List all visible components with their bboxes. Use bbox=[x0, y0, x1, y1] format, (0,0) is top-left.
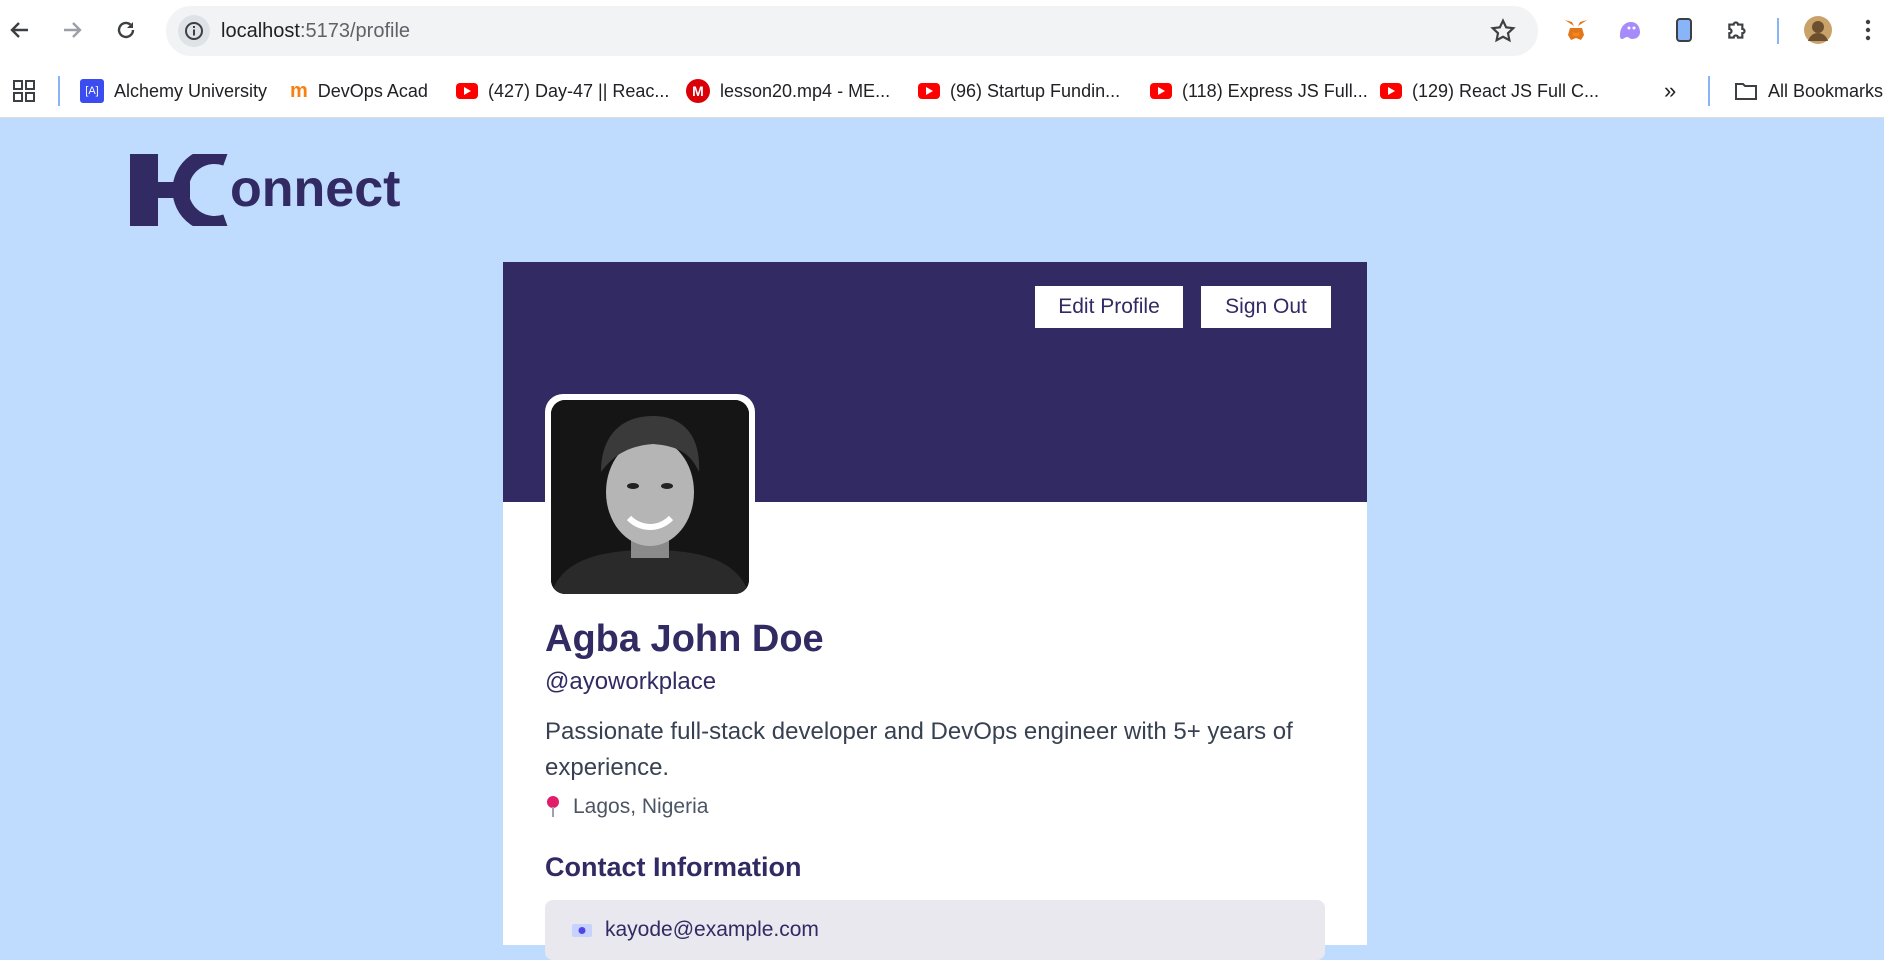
url-host: localhost bbox=[221, 20, 300, 42]
profile-card: Edit Profile Sign Out Agba John Doe @ayo… bbox=[503, 262, 1367, 960]
bookmark-youtube-129[interactable]: (129) React JS Full C... bbox=[1380, 77, 1599, 105]
mega-icon: M bbox=[686, 79, 710, 103]
contact-section-title: Contact Information bbox=[545, 852, 802, 882]
youtube-icon bbox=[1380, 83, 1402, 99]
bookmark-label: (118) Express JS Full... bbox=[1182, 80, 1368, 101]
avatar bbox=[551, 400, 749, 594]
bookmarks-divider bbox=[1708, 76, 1710, 106]
toolbar-divider bbox=[1777, 18, 1779, 44]
email-text[interactable]: kayode@example.com bbox=[605, 918, 819, 942]
browser-chrome: localhost:5173/profile [A] Alchemy Unive… bbox=[0, 0, 1884, 118]
email-icon bbox=[572, 924, 592, 937]
profile-bio: Passionate full-stack developer and DevO… bbox=[545, 718, 1293, 781]
bookmark-alchemy[interactable]: [A] Alchemy University bbox=[80, 77, 267, 105]
bookmark-label: lesson20.mp4 - ME... bbox=[720, 80, 891, 101]
youtube-icon bbox=[456, 83, 478, 99]
phone-extension-icon[interactable] bbox=[1668, 14, 1700, 46]
address-bar[interactable]: localhost:5173/profile bbox=[166, 6, 1538, 56]
bookmark-youtube-118[interactable]: (118) Express JS Full... bbox=[1150, 77, 1368, 105]
forward-icon[interactable] bbox=[56, 14, 88, 46]
ghost-extension-icon[interactable] bbox=[1614, 14, 1646, 46]
all-bookmarks-label: All Bookmarks bbox=[1768, 80, 1884, 101]
location-pin-icon bbox=[547, 796, 559, 817]
youtube-icon bbox=[1150, 83, 1172, 99]
contact-email-row: kayode@example.com bbox=[545, 900, 1325, 960]
svg-text:onnect: onnect bbox=[230, 160, 400, 218]
bookmark-label: (129) React JS Full C... bbox=[1412, 80, 1600, 101]
profile-handle: @ayoworkplace bbox=[545, 668, 717, 695]
site-info-icon[interactable] bbox=[178, 15, 210, 47]
profile-name: Agba John Doe bbox=[545, 618, 824, 660]
bookmark-label: Alchemy University bbox=[114, 80, 268, 101]
avatar-frame bbox=[545, 394, 755, 600]
bookmark-label: DevOps Acad bbox=[317, 80, 428, 101]
more-bookmarks-button[interactable]: » bbox=[1664, 77, 1676, 105]
youtube-icon bbox=[918, 83, 940, 99]
bookmark-devops[interactable]: m DevOps Acad bbox=[290, 77, 428, 105]
menu-kebab-icon[interactable] bbox=[1856, 14, 1880, 46]
bookmark-star-icon[interactable] bbox=[1490, 18, 1516, 49]
bookmark-youtube-96[interactable]: (96) Startup Fundin... bbox=[918, 77, 1120, 105]
alchemy-icon: [A] bbox=[80, 79, 104, 103]
edit-profile-button[interactable]: Edit Profile bbox=[1035, 286, 1183, 328]
bookmark-label: (427) Day-47 || Reac... bbox=[488, 80, 670, 101]
url-path: :5173/profile bbox=[299, 20, 411, 42]
sign-out-button[interactable]: Sign Out bbox=[1201, 286, 1331, 328]
konnect-logo[interactable]: onnect bbox=[130, 148, 400, 232]
bookmarks-divider bbox=[58, 76, 60, 106]
extensions-puzzle-icon[interactable] bbox=[1722, 14, 1754, 46]
profile-location: Lagos, Nigeria bbox=[545, 795, 708, 819]
reload-icon[interactable] bbox=[110, 14, 142, 46]
metamask-icon[interactable] bbox=[1560, 14, 1592, 46]
apps-grid-icon[interactable] bbox=[12, 77, 36, 105]
bookmark-label: (96) Startup Fundin... bbox=[950, 80, 1121, 101]
folder-icon bbox=[1735, 83, 1757, 100]
all-bookmarks-button[interactable]: All Bookmarks bbox=[1734, 77, 1883, 105]
back-icon[interactable] bbox=[4, 14, 36, 46]
bookmark-youtube-427[interactable]: (427) Day-47 || Reac... bbox=[456, 77, 669, 105]
bookmark-mega[interactable]: M lesson20.mp4 - ME... bbox=[686, 77, 890, 105]
location-text: Lagos, Nigeria bbox=[573, 795, 709, 818]
url-text[interactable]: localhost:5173/profile bbox=[221, 20, 410, 43]
browser-toolbar: localhost:5173/profile bbox=[0, 0, 1884, 64]
profile-avatar-icon[interactable] bbox=[1802, 14, 1834, 46]
moodle-icon: m bbox=[290, 79, 308, 102]
bookmarks-bar: [A] Alchemy University m DevOps Acad (42… bbox=[0, 64, 1884, 118]
